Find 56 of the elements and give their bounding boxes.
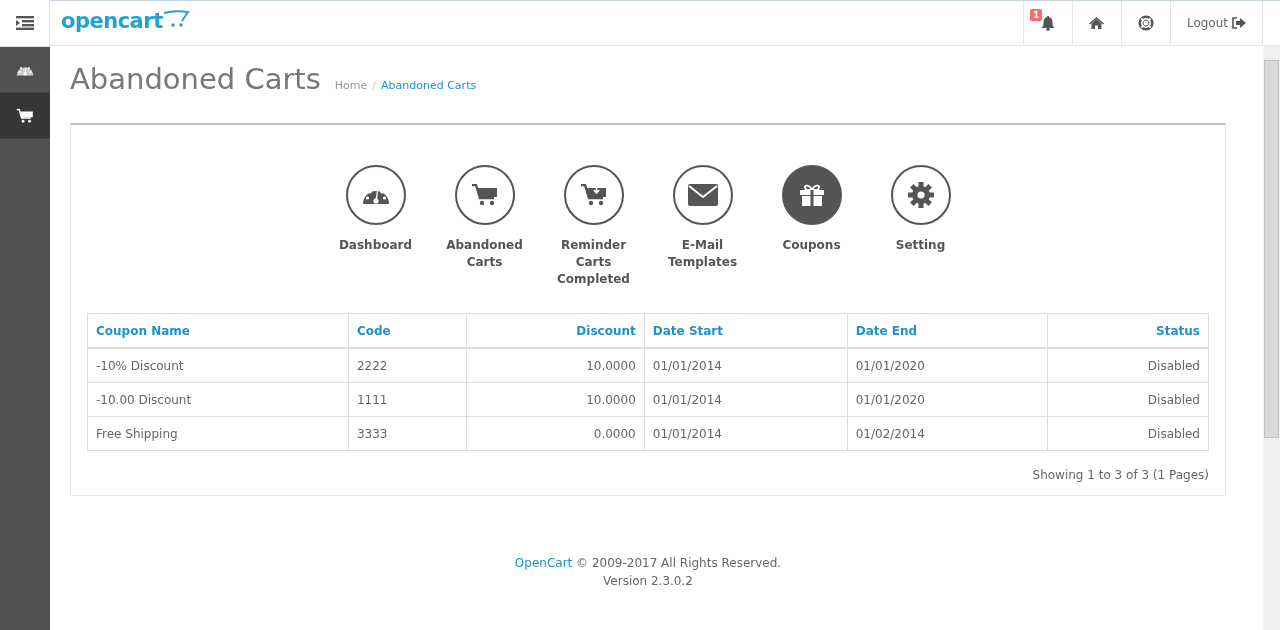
tile-label[interactable]: E-Mail Templates (662, 237, 743, 271)
bell-icon (1040, 15, 1055, 31)
page-title: Abandoned Carts (70, 62, 321, 96)
table-cell: 01/01/2020 (847, 382, 1048, 417)
cart-swoosh-icon (162, 9, 189, 29)
tile-label[interactable]: Abandoned Carts (444, 237, 525, 271)
breadcrumb-separator: / (372, 79, 377, 92)
notifications-button[interactable]: 1 (1022, 1, 1072, 45)
table-cell: 0.0000 (466, 416, 645, 451)
table-cell: -10% Discount (87, 348, 349, 383)
table-cell: 01/01/2020 (847, 348, 1048, 383)
gear-icon (907, 182, 934, 208)
notification-badge: 1 (1029, 9, 1043, 21)
table-cell: 2222 (348, 348, 467, 383)
table-cell: 10.0000 (466, 382, 645, 417)
tile-label[interactable]: Coupons (771, 237, 852, 254)
table-cell: 3333 (348, 416, 467, 451)
table-cell: Disabled (1047, 348, 1209, 383)
table-cell: 01/02/2014 (847, 416, 1048, 451)
gift-icon (799, 184, 824, 206)
pagination-text: Showing 1 to 3 of 3 (1 Pages) (1031, 468, 1209, 482)
table-cell: 01/01/2014 (644, 348, 848, 383)
cart-download-icon (580, 184, 607, 206)
logout-button[interactable]: Logout (1169, 1, 1263, 45)
tile-label[interactable]: Setting (880, 237, 961, 254)
column-sort-link[interactable]: Code (356, 323, 391, 338)
copyright-text: OpenCart © 2009-2017 All Rights Reserved. (513, 555, 783, 572)
table-cell: Free Shipping (87, 416, 349, 451)
logo-text: opencart (61, 9, 163, 33)
opencart-link[interactable]: OpenCart (514, 556, 573, 570)
tile-label[interactable]: Dashboard (335, 237, 416, 254)
column-sort-link[interactable]: Date Start (652, 323, 723, 338)
version-text: Version 2.3.0.2 (602, 573, 694, 590)
table-cell: Disabled (1047, 416, 1209, 451)
table-cell: 01/01/2014 (644, 416, 848, 451)
column-sort-link[interactable]: Date End (855, 323, 918, 338)
home-icon (1089, 17, 1105, 29)
cart-icon (471, 184, 498, 206)
lifebuoy-icon (1137, 15, 1154, 31)
column-sort-link[interactable]: Status (1156, 323, 1200, 338)
breadcrumb-link[interactable]: Home (334, 79, 368, 92)
table-cell: 10.0000 (466, 348, 645, 383)
menu-icon[interactable] (15, 16, 34, 30)
column-sort-link[interactable]: Discount (576, 323, 636, 338)
cart-icon (16, 108, 34, 123)
scrollbar[interactable] (1263, 46, 1280, 630)
envelope-icon (687, 184, 718, 206)
column-sort-link[interactable]: Coupon Name (96, 323, 190, 338)
table-cell: 01/01/2014 (644, 382, 848, 417)
tile-label[interactable]: Reminder Carts Completed (553, 237, 634, 288)
breadcrumb-link[interactable]: Abandoned Carts (381, 79, 477, 92)
table-cell: 1111 (348, 382, 467, 417)
logout-icon (1232, 17, 1246, 29)
table-cell: -10.00 Discount (87, 382, 349, 417)
sidebar-item[interactable] (0, 93, 50, 139)
table-cell: Disabled (1047, 382, 1209, 417)
